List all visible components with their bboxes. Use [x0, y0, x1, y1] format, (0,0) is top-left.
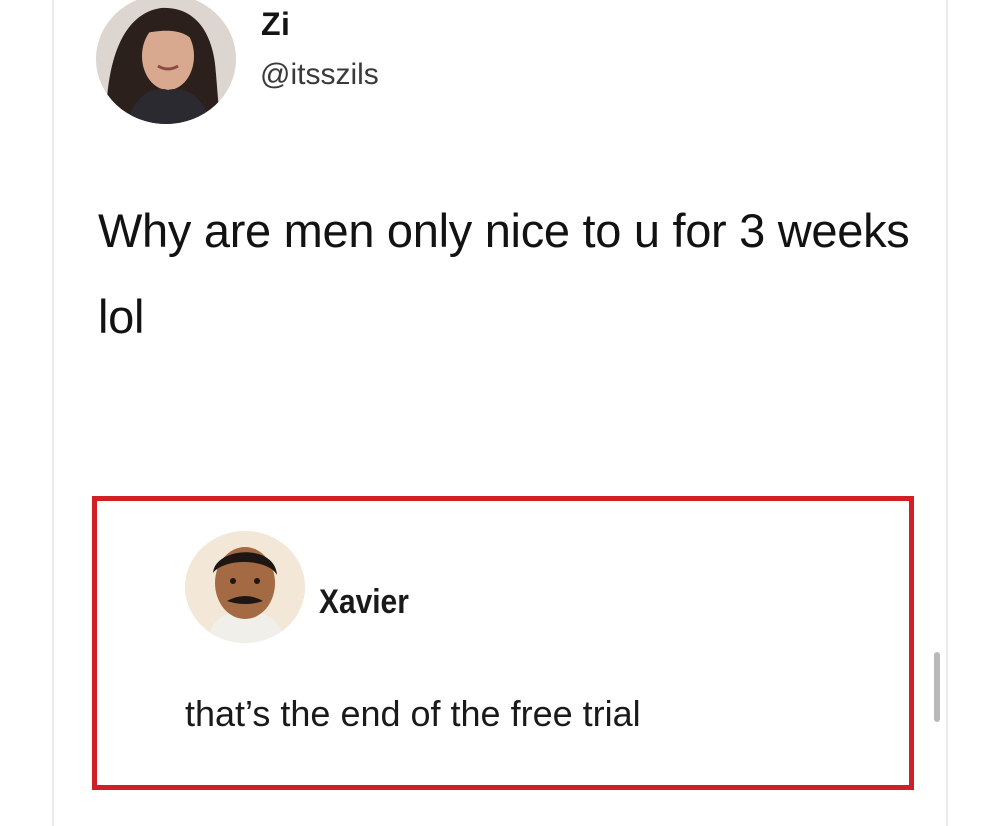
tweet-header: Zi @itsszils	[96, 0, 696, 124]
scrollbar-thumb[interactable]	[934, 652, 940, 722]
author-display-name[interactable]: Zi	[261, 6, 290, 43]
reply-text: that’s the end of the free trial	[185, 693, 641, 734]
screenshot-frame: Zi @itsszils Why are men only nice to u …	[0, 0, 1000, 826]
reply-author-name[interactable]: Xavier	[319, 583, 409, 622]
reply-avatar-image	[185, 531, 305, 643]
card-right-edge	[946, 0, 948, 826]
highlighted-reply: Xavier that’s the end of the free trial	[92, 496, 914, 790]
author-avatar[interactable]	[96, 0, 236, 124]
tweet-text: Why are men only nice to u for 3 weeks l…	[98, 204, 910, 343]
author-avatar-image	[96, 0, 236, 124]
card-left-edge	[52, 0, 54, 826]
reply-author-avatar[interactable]	[185, 531, 305, 643]
author-handle[interactable]: @itsszils	[260, 58, 379, 92]
